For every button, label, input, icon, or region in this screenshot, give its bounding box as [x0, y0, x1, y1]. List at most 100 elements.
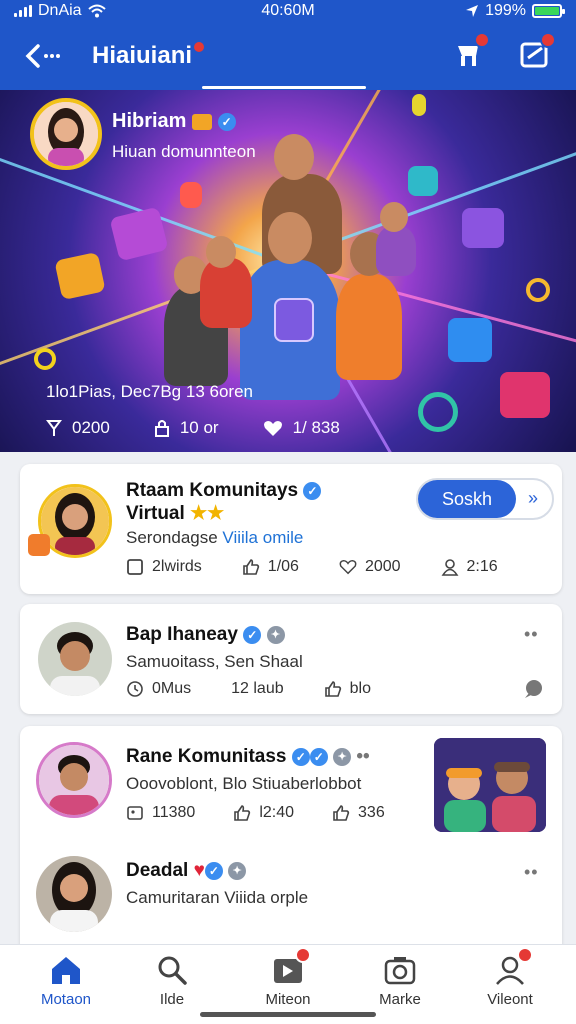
- person-figure: [200, 258, 252, 328]
- stat-reactions[interactable]: 336: [332, 804, 385, 822]
- card-stats: 11380 l2:40 336: [126, 804, 385, 822]
- target-icon: [418, 392, 458, 432]
- verified-icon: ✓: [291, 747, 310, 766]
- hero-stat-posts[interactable]: 10 or: [154, 418, 219, 438]
- clock-icon: [127, 681, 143, 697]
- verified-icon: ✓: [303, 481, 322, 500]
- card-stats: 0Mus 12 laub blo: [126, 680, 371, 698]
- compose-button[interactable]: [518, 32, 556, 72]
- community-name: Bap Ihaneay ✓ ✦: [126, 624, 285, 646]
- game-badge-icon: [28, 534, 50, 556]
- avatar[interactable]: [36, 742, 112, 818]
- comment-icon[interactable]: [522, 678, 544, 700]
- search-icon: [158, 956, 187, 985]
- pin-icon: [526, 278, 550, 302]
- stat-members[interactable]: 2:16: [441, 558, 498, 576]
- back-arrow-icon: [25, 44, 60, 68]
- stars-icon: ★★: [190, 503, 225, 524]
- heart-icon: [339, 559, 357, 575]
- app-icon: [448, 318, 492, 362]
- thumbs-up-icon: [242, 559, 259, 575]
- more-options-button[interactable]: ••: [524, 624, 539, 645]
- tablet-icon: [408, 166, 438, 196]
- stat-likes[interactable]: blo: [324, 680, 371, 698]
- hero-stats: 0200 10 or 1/ 838: [46, 418, 340, 438]
- community-list-card: Rane Komunitass ✓ ✓ ✦ •• Ooovoblont, Blo …: [20, 726, 562, 958]
- person-figure: [336, 274, 402, 380]
- stat-views[interactable]: 12 laub: [231, 680, 284, 698]
- battery-icon: [532, 4, 565, 18]
- stat-photos[interactable]: 11380: [126, 804, 195, 822]
- thumbnail-photo: [434, 738, 546, 832]
- community-card[interactable]: Rtaam Komunitays ✓ Virtual ★★ Serondagse…: [20, 464, 562, 594]
- back-button[interactable]: [22, 38, 62, 74]
- avatar[interactable]: [38, 622, 112, 696]
- person-head: [274, 134, 314, 180]
- verified-icon: ✓: [217, 112, 236, 131]
- community-subtitle: Samuoitass, Sen Shaal: [126, 652, 303, 671]
- thumbs-up-icon: [333, 805, 350, 821]
- thumbs-up-icon: [234, 805, 251, 821]
- held-tablet: [274, 298, 314, 342]
- location-icon: [466, 5, 479, 17]
- more-options-button[interactable]: ••: [524, 862, 539, 883]
- stat-hearts[interactable]: 2000: [339, 558, 401, 576]
- person-figure: [376, 226, 416, 276]
- avatar-photo: [39, 745, 109, 815]
- avatar-photo: [41, 487, 109, 555]
- hero-stat-members[interactable]: 0200: [46, 418, 110, 438]
- nav-profile[interactable]: Vileont: [460, 947, 560, 1008]
- battery-percent: 199%: [485, 2, 526, 19]
- camera-icon: [384, 957, 416, 985]
- lock-icon: [154, 420, 169, 437]
- store-badge: [474, 32, 490, 48]
- heart-icon: [500, 372, 550, 418]
- note-icon: [412, 94, 426, 116]
- community-thumbnail[interactable]: [434, 738, 546, 832]
- community-card[interactable]: Bap Ihaneay ✓ ✦ Samuoitass, Sen Shaal ••…: [20, 604, 562, 714]
- nav-camera[interactable]: Marke: [350, 953, 450, 1008]
- community-subtitle: Serondagse Viiila omile: [126, 528, 304, 547]
- title-badge: [194, 42, 205, 52]
- hero-avatar[interactable]: [30, 98, 102, 170]
- compose-badge: [540, 32, 556, 48]
- community-name: Deadal ♥ ✓ ✦: [126, 860, 247, 882]
- heart-badge-icon: ♥: [193, 860, 205, 881]
- person-icon: [441, 559, 458, 576]
- store-button[interactable]: [452, 32, 490, 72]
- stat-likes[interactable]: 1/06: [242, 558, 299, 576]
- hero-stat-likes[interactable]: 1/ 838: [263, 418, 340, 438]
- person-head: [206, 236, 236, 268]
- heart-icon: [263, 421, 282, 436]
- profile-badge: [517, 947, 533, 963]
- settings-badge-icon: ✦: [228, 861, 247, 880]
- emoji-icon: [192, 113, 213, 130]
- thumbs-up-icon: [324, 681, 341, 697]
- verified-icon: ✓: [243, 625, 262, 644]
- key-icon: [34, 348, 56, 370]
- stat-likes[interactable]: l2:40: [233, 804, 294, 822]
- community-subtitle: Camuritaran Viiida orple: [126, 888, 309, 907]
- follow-label: Soskh: [418, 480, 516, 518]
- follow-button[interactable]: Soskh »: [416, 478, 554, 520]
- avatar-photo: [36, 856, 112, 932]
- person-head: [268, 212, 312, 264]
- community-name-line2: Virtual ★★: [126, 503, 225, 524]
- chat-icon: [54, 251, 106, 301]
- nav-home[interactable]: Motaon: [16, 953, 116, 1008]
- verified-icon: ✓: [204, 861, 223, 880]
- stat-posts[interactable]: 2lwirds: [126, 558, 202, 576]
- nav-video[interactable]: Miteon: [238, 947, 338, 1008]
- page-title: Hiaiuiani: [92, 42, 205, 70]
- like-icon: [462, 208, 504, 248]
- top-bar: DnAia 40:60M 199% Hiaiuiani: [0, 0, 576, 90]
- home-indicator: [200, 1012, 376, 1017]
- avatar-photo: [34, 102, 98, 166]
- community-name: Rane Komunitass ✓ ✓ ✦ ••: [126, 746, 370, 767]
- hero-banner[interactable]: Hibriam ✓ Hiuan domunnteon 1lo1Pias, Dec…: [0, 90, 576, 452]
- avatar[interactable]: [36, 856, 112, 932]
- status-bar: DnAia 40:60M 199%: [0, 0, 576, 22]
- nav-search[interactable]: Ilde: [122, 953, 222, 1008]
- stat-time[interactable]: 0Mus: [126, 680, 191, 698]
- hero-subtitle: Hiuan domunnteon: [112, 142, 256, 161]
